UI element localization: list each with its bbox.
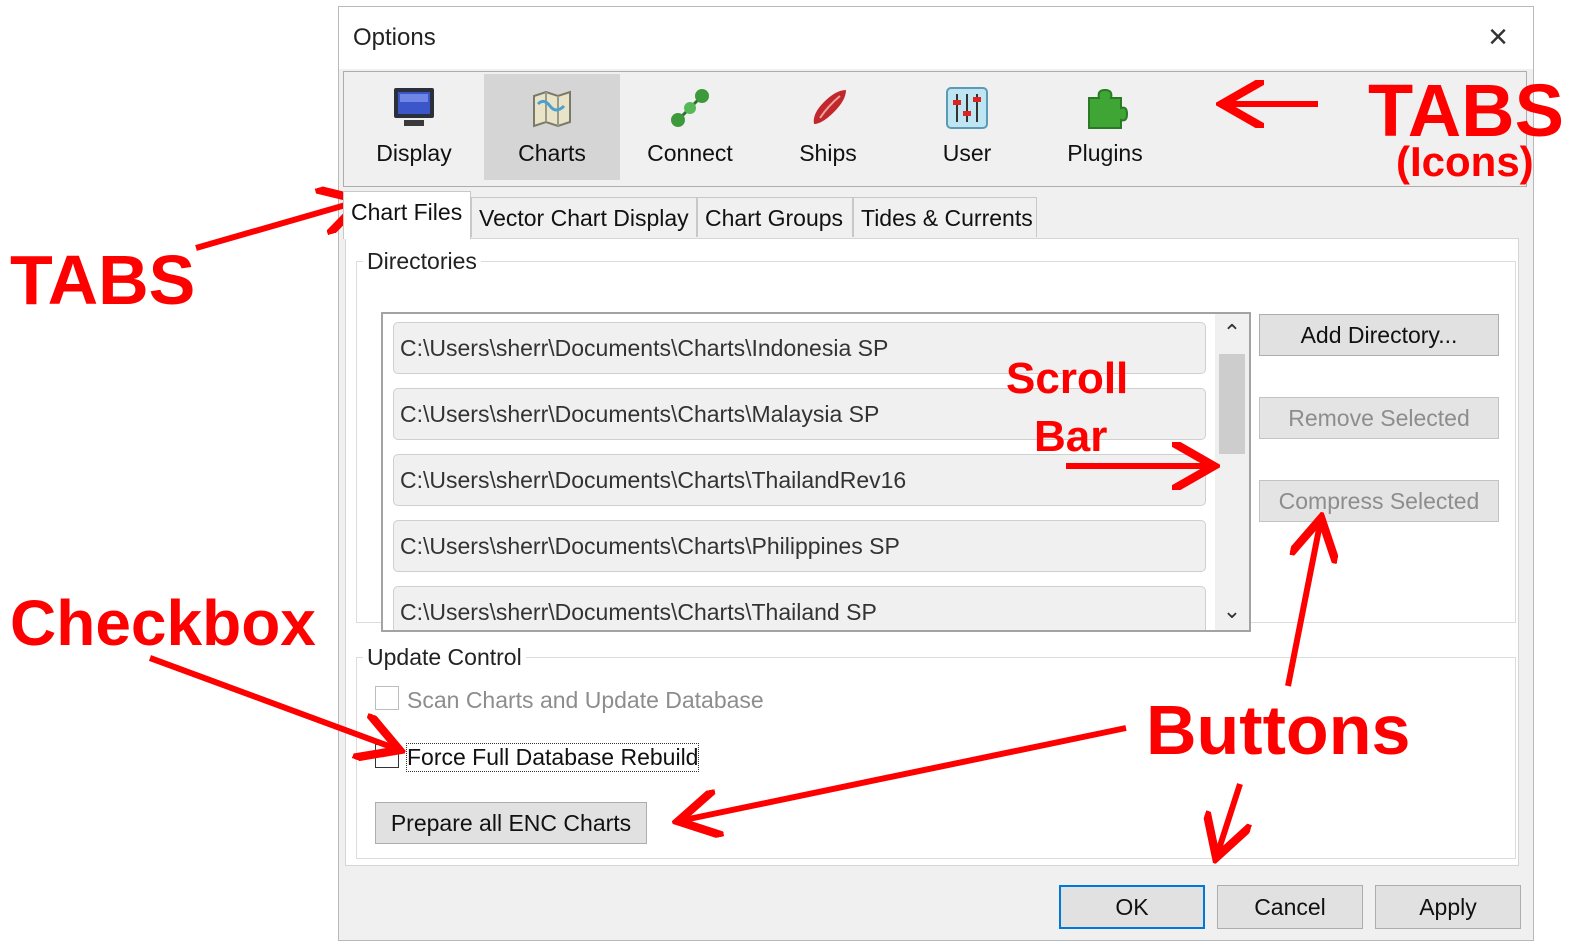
arrow-to-checkbox xyxy=(148,655,394,748)
arrow-to-footer-buttons xyxy=(1218,783,1240,852)
annotation-arrows xyxy=(148,0,1587,948)
tab-chart-files[interactable]: Chart Files xyxy=(343,191,471,239)
arrow-to-compress-button xyxy=(1285,524,1320,687)
arrow-to-subtabs xyxy=(195,202,356,251)
arrow-to-prepare-button xyxy=(684,725,1127,820)
